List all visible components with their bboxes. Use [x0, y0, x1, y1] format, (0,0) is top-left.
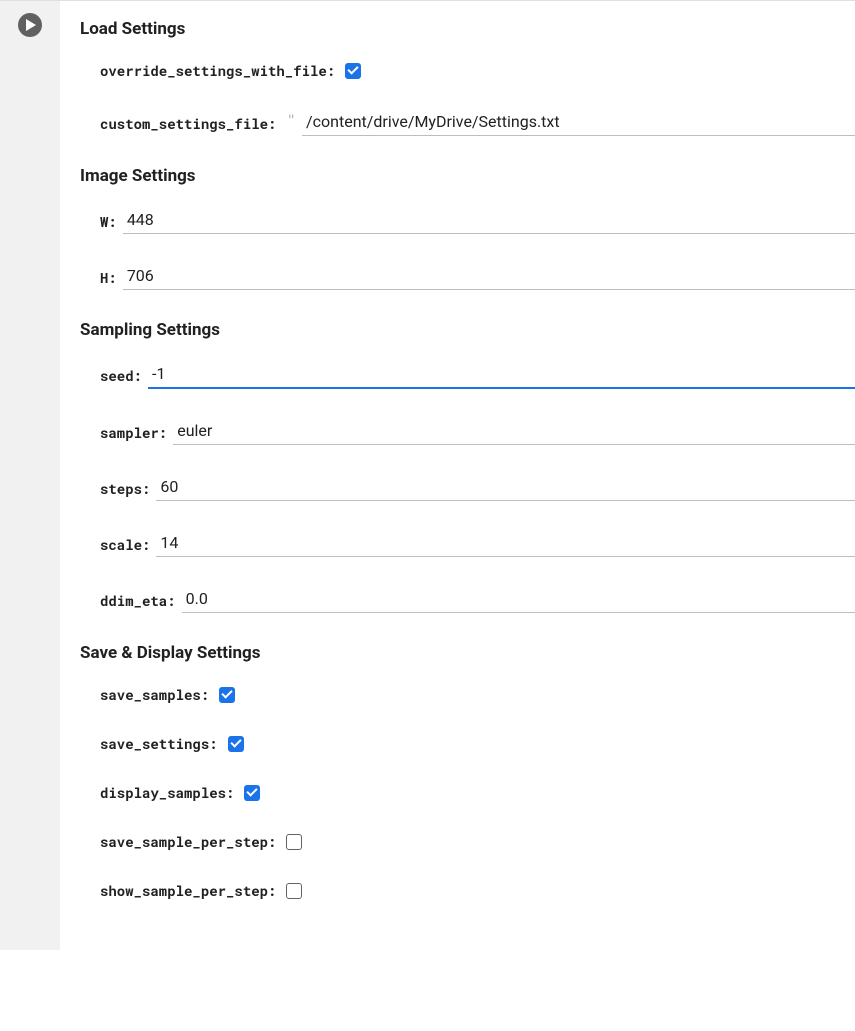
override-settings-row: override_settings_with_file: [80, 61, 855, 80]
cell-gutter [0, 0, 60, 950]
image-settings-heading: Image Settings [80, 166, 855, 186]
custom-settings-file-row: custom_settings_file: " [80, 110, 855, 136]
steps-row: steps: [80, 475, 855, 501]
ddim-eta-input[interactable] [182, 587, 855, 613]
ddim-eta-label: ddim_eta: [100, 591, 176, 610]
seed-input[interactable] [148, 362, 855, 389]
override-settings-label: override_settings_with_file: [100, 61, 335, 80]
height-input[interactable] [123, 264, 855, 290]
sampler-input[interactable] [173, 419, 855, 445]
custom-settings-file-input[interactable] [302, 110, 855, 136]
quote-mark: " [286, 110, 296, 131]
show-sample-per-step-row: show_sample_per_step: [80, 881, 855, 900]
save-samples-checkbox[interactable] [219, 687, 235, 703]
scale-label: scale: [100, 535, 150, 554]
width-label: W: [100, 212, 117, 231]
save-sample-per-step-checkbox[interactable] [286, 834, 302, 850]
load-settings-heading: Load Settings [80, 19, 855, 39]
save-settings-checkbox[interactable] [228, 736, 244, 752]
width-row: W: [80, 208, 855, 234]
run-cell-button[interactable] [18, 13, 42, 37]
sampler-row: sampler: [80, 419, 855, 445]
seed-label: seed: [100, 366, 142, 385]
override-settings-checkbox[interactable] [345, 63, 361, 79]
width-input[interactable] [123, 208, 855, 234]
save-settings-row: save_settings: [80, 734, 855, 753]
steps-input[interactable] [156, 475, 855, 501]
show-sample-per-step-label: show_sample_per_step: [100, 881, 276, 900]
sampling-settings-heading: Sampling Settings [80, 320, 855, 340]
save-samples-label: save_samples: [100, 685, 209, 704]
save-samples-row: save_samples: [80, 685, 855, 704]
save-sample-per-step-label: save_sample_per_step: [100, 832, 276, 851]
save-settings-label: save_settings: [100, 734, 218, 753]
sampler-label: sampler: [100, 423, 167, 442]
play-icon [25, 19, 37, 31]
height-label: H: [100, 268, 117, 287]
cell-content: Load Settings override_settings_with_fil… [60, 0, 855, 950]
seed-row: seed: [80, 362, 855, 389]
ddim-eta-row: ddim_eta: [80, 587, 855, 613]
save-display-settings-heading: Save & Display Settings [80, 643, 855, 663]
show-sample-per-step-checkbox[interactable] [286, 883, 302, 899]
height-row: H: [80, 264, 855, 290]
save-sample-per-step-row: save_sample_per_step: [80, 832, 855, 851]
scale-input[interactable] [156, 531, 855, 557]
display-samples-label: display_samples: [100, 783, 234, 802]
scale-row: scale: [80, 531, 855, 557]
display-samples-checkbox[interactable] [244, 785, 260, 801]
display-samples-row: display_samples: [80, 783, 855, 802]
steps-label: steps: [100, 479, 150, 498]
custom-settings-file-label: custom_settings_file: [100, 114, 276, 133]
